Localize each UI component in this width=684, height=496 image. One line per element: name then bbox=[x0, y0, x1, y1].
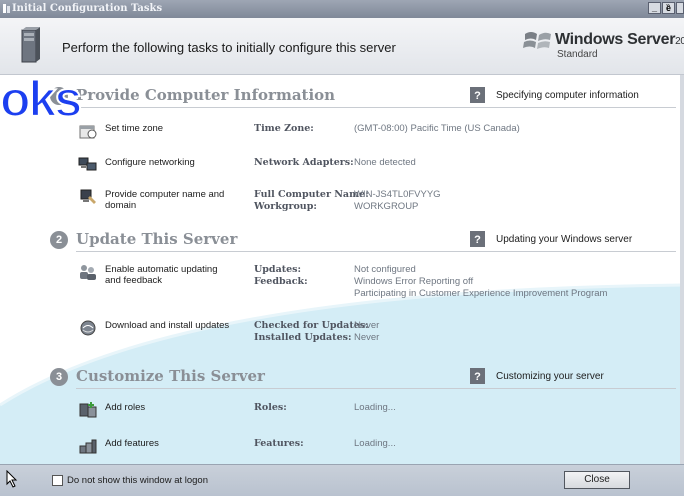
divider bbox=[76, 107, 676, 108]
footer-bar: Do not show this window at logon Close bbox=[0, 464, 684, 496]
property-value: Never bbox=[354, 332, 380, 343]
help-link-label[interactable]: Updating your Windows server bbox=[496, 234, 632, 245]
minimize-button[interactable]: _ bbox=[648, 2, 661, 14]
calendar-clock-icon bbox=[79, 125, 97, 139]
maximize-button[interactable]: ȅ bbox=[662, 2, 675, 14]
help-link-label[interactable]: Specifying computer information bbox=[496, 90, 639, 101]
property-value: WORKGROUP bbox=[354, 201, 419, 212]
divider bbox=[76, 251, 676, 252]
property-label: Time Zone: bbox=[254, 123, 314, 134]
close-window-button[interactable] bbox=[676, 2, 684, 14]
help-link-customizing[interactable]: ? Customizing your server bbox=[470, 367, 684, 387]
help-link-computer-info[interactable]: ? Specifying computer information bbox=[470, 86, 684, 106]
property-values: Never Never bbox=[354, 320, 379, 344]
dont-show-checkbox[interactable] bbox=[52, 475, 63, 486]
section-update-this-server: 2 Update This Server ? Updating your Win… bbox=[50, 230, 680, 252]
property-values: None detected bbox=[354, 157, 416, 169]
tasks-pane[interactable]: 1 Provide Computer Information ? Specify… bbox=[0, 75, 684, 464]
task-link[interactable]: Download and install updates bbox=[105, 320, 235, 331]
property-label: Feedback: bbox=[254, 276, 308, 287]
scrollbar-track[interactable] bbox=[680, 75, 684, 464]
property-label: Workgroup: bbox=[254, 201, 317, 212]
task-link[interactable]: Set time zone bbox=[105, 123, 235, 134]
users-feedback-icon bbox=[80, 265, 96, 280]
help-link-updating[interactable]: ? Updating your Windows server bbox=[470, 230, 684, 250]
header-banner: Perform the following tasks to initially… bbox=[0, 18, 684, 75]
windows-server-logo: Windows Server2008 Standard bbox=[523, 24, 684, 68]
server-tower-icon bbox=[21, 27, 40, 63]
section-title: Provide Computer Information bbox=[76, 86, 336, 104]
property-label: Features: bbox=[254, 438, 304, 449]
svg-text:?: ? bbox=[474, 371, 481, 383]
property-labels: Checked for Updates: Installed Updates: bbox=[254, 320, 369, 344]
property-value: Loading... bbox=[354, 438, 396, 449]
computer-name-icon bbox=[80, 189, 96, 204]
property-label: Roles: bbox=[254, 402, 287, 413]
property-value: Participating in Customer Experience Imp… bbox=[354, 288, 608, 299]
divider bbox=[76, 388, 676, 389]
property-label: Full Computer Name: bbox=[254, 189, 369, 200]
header-instructions: Perform the following tasks to initially… bbox=[62, 40, 396, 55]
section-number: 3 bbox=[50, 368, 68, 386]
app-icon bbox=[3, 4, 10, 13]
property-label: Checked for Updates: bbox=[254, 320, 369, 331]
property-labels: Updates: Feedback: bbox=[254, 264, 308, 288]
window-title: Initial Configuration Tasks bbox=[12, 3, 163, 14]
property-values: Not configured Windows Error Reporting o… bbox=[354, 264, 607, 300]
title-bar[interactable]: Initial Configuration Tasks _ ȅ bbox=[0, 0, 684, 18]
section-provide-computer-information: 1 Provide Computer Information ? Specify… bbox=[50, 86, 680, 108]
property-values: WIN-JS4TL0FVYYG WORKGROUP bbox=[354, 189, 441, 213]
watermark-text: oks bbox=[0, 70, 83, 128]
network-computers-icon bbox=[78, 157, 97, 171]
help-link-label[interactable]: Customizing your server bbox=[496, 371, 604, 382]
add-roles-icon bbox=[79, 402, 97, 418]
brand-name: Windows Server2008 bbox=[555, 31, 684, 49]
property-value: (GMT-08:00) Pacific Time (US Canada) bbox=[354, 123, 520, 134]
property-label: Updates: bbox=[254, 264, 302, 275]
update-globe-icon bbox=[80, 320, 96, 336]
property-value: None detected bbox=[354, 157, 416, 168]
brand-year: 2008 bbox=[675, 36, 684, 47]
close-button[interactable]: Close bbox=[564, 471, 630, 489]
property-values: Loading... bbox=[354, 438, 396, 450]
svg-text:?: ? bbox=[474, 234, 481, 246]
help-icon: ? bbox=[470, 87, 485, 103]
help-icon: ? bbox=[470, 368, 485, 384]
dont-show-label[interactable]: Do not show this window at logon bbox=[67, 475, 208, 486]
property-label: Installed Updates: bbox=[254, 332, 352, 343]
property-value: Not configured bbox=[354, 264, 416, 275]
property-labels: Network Adapters: bbox=[254, 157, 354, 169]
property-labels: Features: bbox=[254, 438, 304, 450]
task-link[interactable]: Add roles bbox=[105, 402, 235, 413]
svg-text:?: ? bbox=[474, 90, 481, 102]
windows-flag-icon bbox=[523, 32, 551, 49]
brand-edition: Standard bbox=[557, 49, 598, 60]
property-value: WIN-JS4TL0FVYYG bbox=[354, 189, 441, 200]
task-link[interactable]: Enable automatic updating and feedback bbox=[105, 264, 235, 286]
task-link[interactable]: Provide computer name and domain bbox=[105, 189, 235, 211]
property-values: (GMT-08:00) Pacific Time (US Canada) bbox=[354, 123, 520, 135]
section-customize-this-server: 3 Customize This Server ? Customizing yo… bbox=[50, 367, 680, 389]
property-values: Loading... bbox=[354, 402, 396, 414]
task-link[interactable]: Add features bbox=[105, 438, 235, 449]
property-label: Network Adapters: bbox=[254, 157, 354, 168]
property-labels: Roles: bbox=[254, 402, 287, 414]
property-value: Loading... bbox=[354, 402, 396, 413]
help-icon: ? bbox=[470, 231, 485, 247]
section-number: 2 bbox=[50, 231, 68, 249]
property-value: Windows Error Reporting off bbox=[354, 276, 474, 287]
task-link[interactable]: Configure networking bbox=[105, 157, 235, 168]
section-title: Customize This Server bbox=[76, 367, 265, 385]
property-labels: Full Computer Name: Workgroup: bbox=[254, 189, 369, 213]
section-title: Update This Server bbox=[76, 230, 238, 248]
mouse-cursor-icon bbox=[6, 470, 18, 488]
add-features-icon bbox=[79, 439, 97, 454]
property-labels: Time Zone: bbox=[254, 123, 314, 135]
property-value: Never bbox=[354, 320, 380, 331]
